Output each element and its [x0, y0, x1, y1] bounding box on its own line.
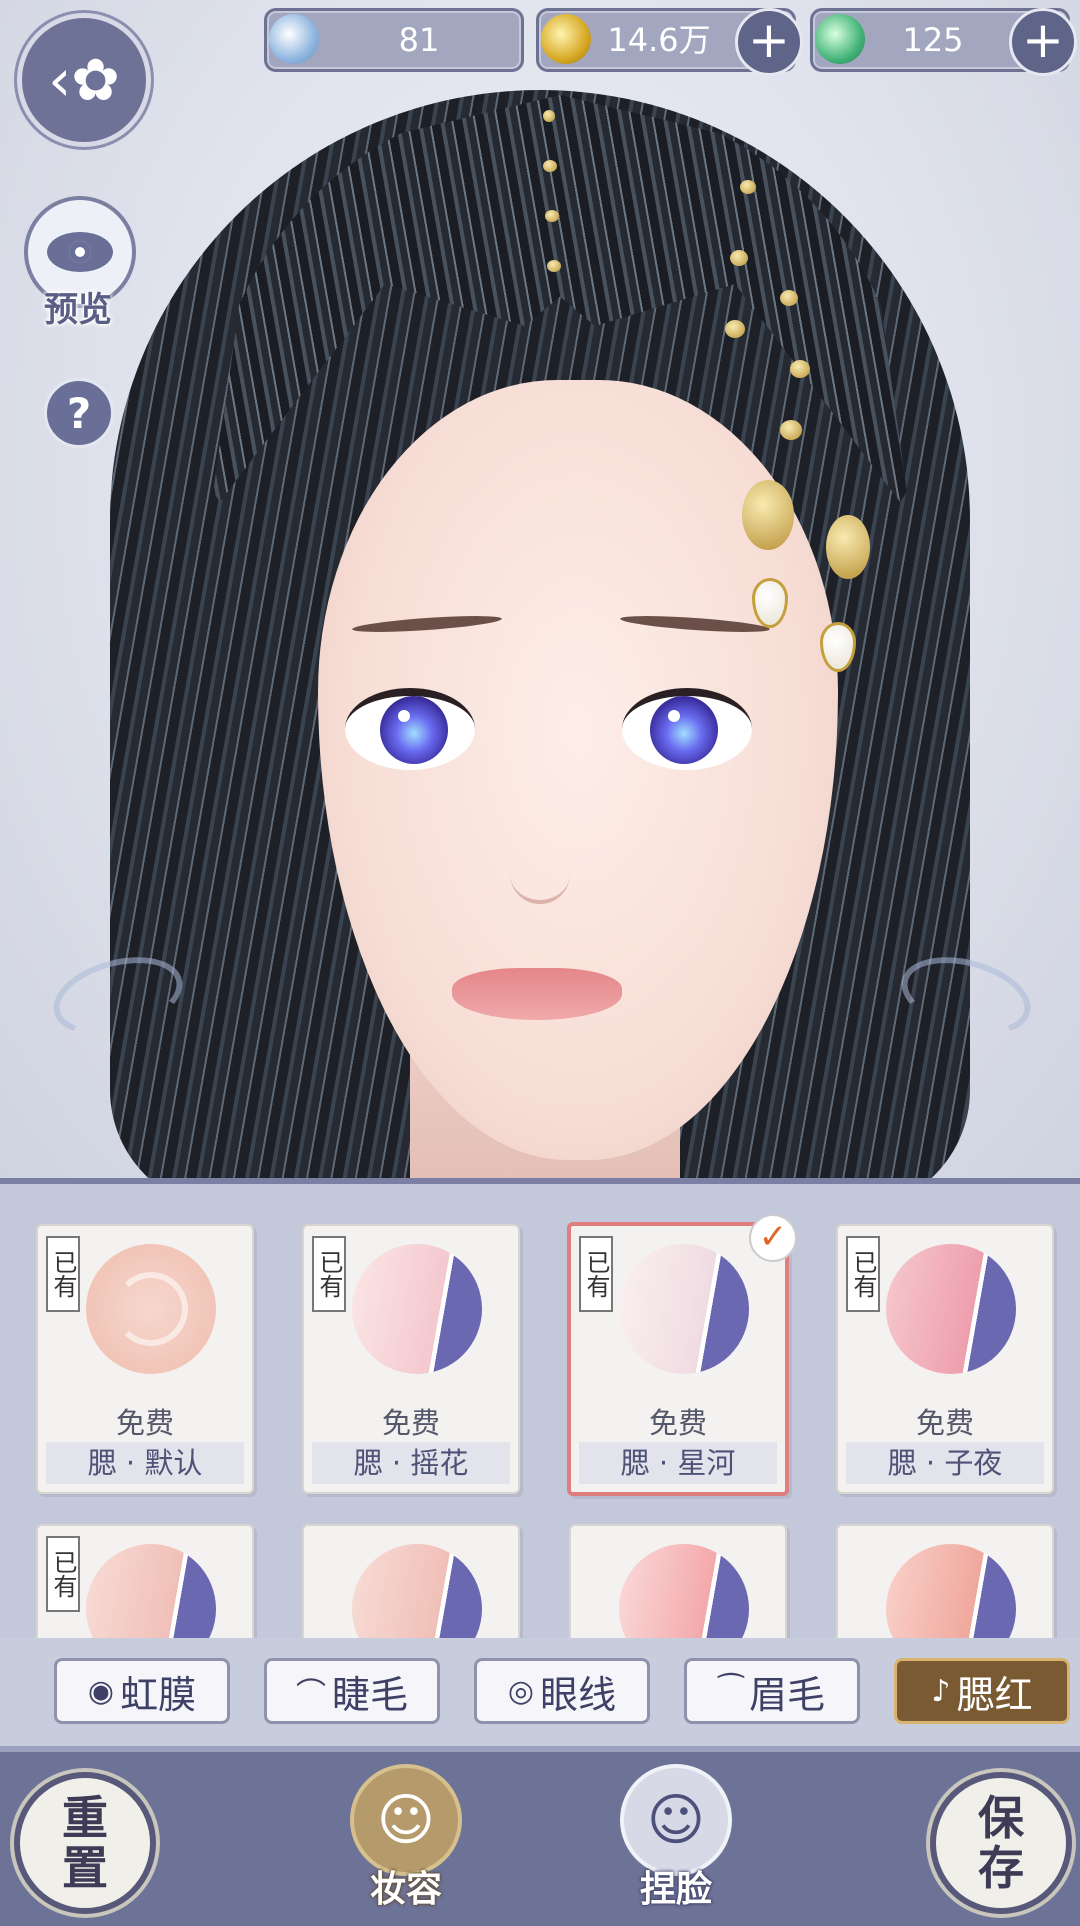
makeup-category-tabs: ◉ 虹膜 ⌒ 睫毛 ◎ 眼线 ⁀ 眉毛 ♪ 腮红 — [0, 1638, 1080, 1746]
green-dragon-coin-icon — [815, 14, 865, 64]
hair-bead — [790, 360, 810, 378]
tab-iris[interactable]: ◉ 虹膜 — [54, 1658, 230, 1724]
blush-price: 免费 — [115, 1406, 174, 1440]
reset-circle-icon — [114, 1272, 188, 1346]
iris-icon: ◉ — [87, 1673, 115, 1709]
save-label-1: 保 — [978, 1791, 1024, 1845]
hair-bead — [543, 110, 555, 122]
blush-card-default[interactable]: 已有 免费 腮 · 默认 — [36, 1224, 254, 1494]
hair-bead — [740, 180, 756, 194]
blush-card[interactable] — [836, 1524, 1054, 1644]
currency-coin-value: 14.6万 — [607, 21, 711, 59]
eye-icon — [47, 232, 113, 272]
tab-eyeliner[interactable]: ◎ 眼线 — [474, 1658, 650, 1724]
blush-price: 免费 — [648, 1406, 707, 1440]
add-coin-button[interactable]: + — [735, 8, 803, 76]
character-lips — [452, 968, 622, 1020]
blush-card[interactable] — [569, 1524, 787, 1644]
reset-label-1: 重 — [62, 1791, 108, 1845]
blush-swatch — [86, 1544, 216, 1644]
reset-label-2: 置 — [62, 1841, 108, 1895]
hair-bead — [725, 320, 745, 338]
blush-name: 腮 · 子夜 — [846, 1442, 1044, 1484]
hair-bead — [780, 290, 798, 306]
right-eye — [622, 688, 752, 770]
blush-swatch — [886, 1244, 1016, 1374]
blush-swatch — [886, 1544, 1016, 1644]
eyeliner-icon: ◎ — [507, 1673, 535, 1709]
bottom-navigation: 重 置 ☺ 妆容 ☺ 捏脸 保 存 — [0, 1746, 1080, 1926]
hair-bead — [780, 420, 802, 440]
eyelash-icon: ⌒ — [295, 1677, 326, 1712]
tab-eyebrow[interactable]: ⁀ 眉毛 — [684, 1658, 860, 1724]
owned-tag: 已有 — [579, 1236, 613, 1312]
blush-card-yaohua[interactable]: 已有 免费 腮 · 摇花 — [302, 1224, 520, 1494]
add-dragon-coin-button[interactable]: + — [1009, 8, 1077, 76]
owned-tag: 已有 — [312, 1236, 346, 1312]
owned-tag: 已有 — [846, 1236, 880, 1312]
tab-label: 腮红 — [956, 1672, 1033, 1717]
jade-token-icon — [269, 14, 319, 64]
currency-jade-value: 81 — [398, 21, 440, 59]
preview-label: 预览 — [44, 290, 112, 330]
hair-bead — [730, 250, 748, 266]
blush-card-ziye[interactable]: 已有 免费 腮 · 子夜 — [836, 1224, 1054, 1494]
owned-tag: 已有 — [46, 1536, 80, 1612]
selected-check-icon: ✓ — [749, 1214, 797, 1262]
tab-blush[interactable]: ♪ 腮红 — [894, 1658, 1070, 1724]
blush-swatch — [352, 1544, 482, 1644]
tab-label: 睫毛 — [331, 1672, 408, 1717]
butterfly-back-icon: ‹✿ — [48, 46, 120, 114]
blush-swatch — [86, 1244, 216, 1374]
help-button[interactable]: ? — [44, 378, 114, 448]
hair-bead — [547, 260, 561, 272]
blush-card-xinghe[interactable]: 已有 免费 腮 · 星河 ✓ — [567, 1214, 797, 1496]
nav-face-sculpt[interactable]: ☺ 捏脸 — [616, 1764, 736, 1914]
blush-swatch — [352, 1244, 482, 1374]
currency-dragon-value: 125 — [902, 21, 964, 59]
blush-price: 免费 — [381, 1406, 440, 1440]
hair-bead — [543, 160, 557, 172]
currency-dragon: 125 + — [810, 8, 1077, 76]
blush-icon: ♪ — [931, 1673, 951, 1709]
gold-hairpin — [742, 480, 794, 550]
tab-label: 眼线 — [540, 1672, 617, 1717]
currency-jade: 81 — [264, 8, 524, 72]
blush-swatch — [619, 1544, 749, 1644]
left-eye — [345, 688, 475, 770]
blush-name: 腮 · 默认 — [46, 1442, 244, 1484]
tab-label: 虹膜 — [120, 1672, 197, 1717]
blush-name: 腮 · 摇花 — [312, 1442, 510, 1484]
nav-makeup[interactable]: ☺ 妆容 — [346, 1764, 466, 1914]
blush-name: 腮 · 星河 — [579, 1442, 777, 1484]
copper-coin-icon — [541, 14, 591, 64]
reset-button[interactable]: 重 置 — [14, 1772, 156, 1914]
character-viewport[interactable] — [0, 0, 1080, 1180]
tab-eyelash[interactable]: ⌒ 睫毛 — [264, 1658, 440, 1724]
nav-makeup-label: 妆容 — [369, 1868, 442, 1910]
blush-card[interactable]: 已有 — [36, 1524, 254, 1644]
currency-coin: 14.6万 + — [536, 8, 803, 76]
eyebrow-icon: ⁀ — [718, 1673, 744, 1709]
save-button[interactable]: 保 存 — [930, 1772, 1072, 1914]
blush-swatch — [619, 1244, 749, 1374]
hair-bead — [545, 210, 559, 222]
blush-card[interactable] — [302, 1524, 520, 1644]
gold-hairpin — [826, 515, 870, 579]
nav-face-label: 捏脸 — [639, 1868, 712, 1910]
owned-tag: 已有 — [46, 1236, 80, 1312]
save-label-2: 存 — [978, 1841, 1024, 1895]
back-button[interactable]: ‹✿ — [17, 13, 151, 147]
blush-item-grid: 已有 免费 腮 · 默认 已有 免费 腮 · 摇花 已有 免费 腮 · 星河 ✓… — [0, 1178, 1080, 1644]
blush-price: 免费 — [915, 1406, 974, 1440]
tab-label: 眉毛 — [749, 1672, 826, 1717]
